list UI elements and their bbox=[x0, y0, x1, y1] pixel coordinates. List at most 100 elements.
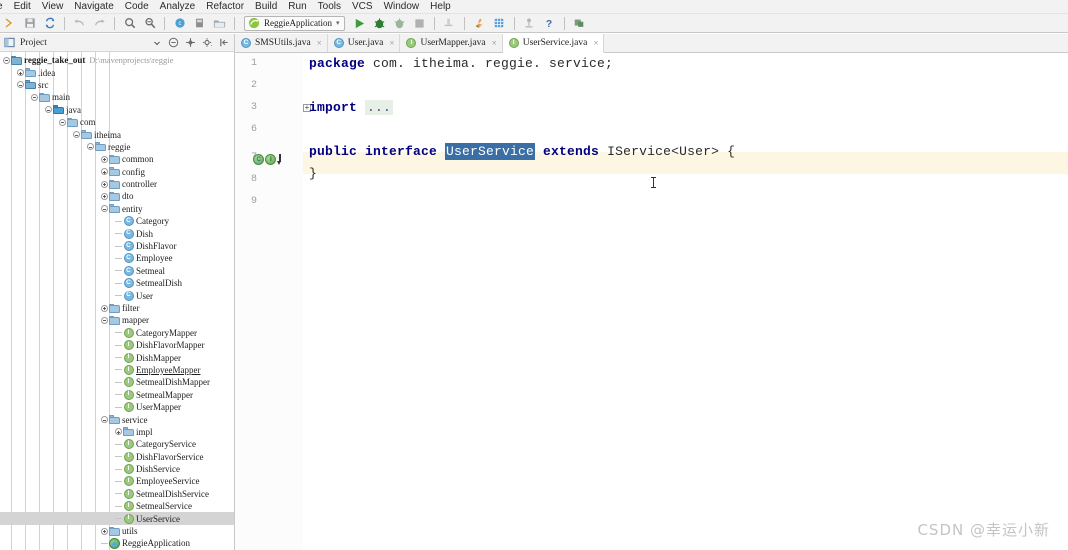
stop-icon[interactable] bbox=[411, 15, 428, 32]
editor-tab-usermapper-java[interactable]: I UserMapper.java × bbox=[400, 34, 503, 52]
gutter-markers[interactable] bbox=[253, 154, 282, 165]
tree-node-category[interactable]: C Category bbox=[0, 215, 234, 227]
tree-toggle[interactable] bbox=[100, 304, 109, 313]
tree-node-setmealmapper[interactable]: I SetmealMapper bbox=[0, 389, 234, 401]
tree-node-java[interactable]: java bbox=[0, 104, 234, 116]
tree-node-setmealdish[interactable]: C SetmealDish bbox=[0, 277, 234, 289]
tree-node-setmeal[interactable]: C Setmeal bbox=[0, 265, 234, 277]
tree-node-utils[interactable]: utils bbox=[0, 525, 234, 537]
settings-gear-icon[interactable] bbox=[201, 36, 214, 49]
run-configuration-selector[interactable]: ReggieApplication ▾ bbox=[244, 15, 345, 31]
collapse-all-icon[interactable] bbox=[167, 36, 180, 49]
tree-node-dishflavor[interactable]: C DishFlavor bbox=[0, 240, 234, 252]
run-icon[interactable] bbox=[351, 15, 368, 32]
tree-toggle[interactable] bbox=[100, 527, 109, 536]
implemented-by-class-icon[interactable] bbox=[253, 154, 264, 165]
tree-node-setmealservice[interactable]: I SetmealService bbox=[0, 500, 234, 512]
help-icon[interactable]: ? bbox=[541, 15, 558, 32]
tree-node-setmealdishservice[interactable]: I SetmealDishService bbox=[0, 488, 234, 500]
tree-node-src[interactable]: src bbox=[0, 79, 234, 91]
tree-node-filter[interactable]: filter bbox=[0, 302, 234, 314]
tree-toggle[interactable] bbox=[100, 204, 109, 213]
tree-toggle[interactable] bbox=[72, 130, 81, 139]
tree-toggle[interactable] bbox=[114, 427, 123, 436]
tree-toggle[interactable] bbox=[16, 80, 25, 89]
close-icon[interactable]: × bbox=[492, 38, 497, 48]
wrench-icon[interactable] bbox=[471, 15, 488, 32]
menu-item-view[interactable]: View bbox=[41, 0, 65, 13]
debug-icon[interactable] bbox=[371, 15, 388, 32]
attach-icon[interactable] bbox=[521, 15, 538, 32]
profile-icon[interactable] bbox=[441, 15, 458, 32]
tree-node-controller[interactable]: controller bbox=[0, 178, 234, 190]
tree-node-reggieapplication[interactable]: ReggieApplication bbox=[0, 537, 234, 549]
tree-node-employee[interactable]: C Employee bbox=[0, 252, 234, 264]
menu-item-navigate[interactable]: Navigate bbox=[73, 0, 114, 13]
tree-toggle[interactable] bbox=[2, 56, 11, 65]
menu-item-code[interactable]: Code bbox=[124, 0, 150, 13]
tree-node-dish[interactable]: C Dish bbox=[0, 227, 234, 239]
menu-item-window[interactable]: Window bbox=[383, 0, 421, 13]
menu-item-tools[interactable]: Tools bbox=[317, 0, 342, 13]
tree-node-impl[interactable]: impl bbox=[0, 426, 234, 438]
code-text[interactable]: + package com. itheima. reggie. service;… bbox=[303, 53, 1068, 550]
code-editor[interactable]: 1 2 3 6 7 8 9 + package com. itheima. r bbox=[235, 53, 1068, 550]
tree-node--idea[interactable]: .idea bbox=[0, 66, 234, 78]
editor-tab-userservice-java[interactable]: I UserService.java × bbox=[502, 34, 605, 53]
editor-tab-user-java[interactable]: C User.java × bbox=[328, 34, 401, 52]
menu-item-help[interactable]: Help bbox=[429, 0, 452, 13]
tree-toggle[interactable] bbox=[100, 155, 109, 164]
close-icon[interactable]: × bbox=[389, 38, 394, 48]
tree-toggle[interactable] bbox=[86, 142, 95, 151]
tree-node-reggie[interactable]: reggie bbox=[0, 141, 234, 153]
open-folder-icon[interactable] bbox=[211, 15, 228, 32]
project-tree[interactable]: reggie_take_out D:\mavenprojects\reggie .i… bbox=[0, 52, 234, 550]
menu-item-file[interactable]: e bbox=[0, 0, 4, 13]
editor-tab-smsutils-java[interactable]: C SMSUtils.java × bbox=[235, 34, 328, 52]
implemented-by-interface-icon[interactable] bbox=[265, 154, 276, 165]
close-icon[interactable]: × bbox=[593, 38, 598, 48]
menu-item-build[interactable]: Build bbox=[254, 0, 278, 13]
folded-imports[interactable]: ... bbox=[365, 100, 394, 115]
tree-toggle[interactable] bbox=[100, 316, 109, 325]
tree-node-employeeservice[interactable]: I EmployeeService bbox=[0, 475, 234, 487]
tree-toggle[interactable] bbox=[30, 93, 39, 102]
menu-item-edit[interactable]: Edit bbox=[13, 0, 32, 13]
tree-toggle[interactable] bbox=[100, 192, 109, 201]
tree-node-userservice[interactable]: I UserService bbox=[0, 512, 234, 525]
menu-item-vcs[interactable]: VCS bbox=[351, 0, 374, 13]
tree-node-service[interactable]: service bbox=[0, 413, 234, 425]
tree-toggle[interactable] bbox=[58, 118, 67, 127]
sync-icon[interactable] bbox=[41, 15, 58, 32]
save-icon[interactable] bbox=[21, 15, 38, 32]
build-module-icon[interactable] bbox=[191, 15, 208, 32]
tree-node-config[interactable]: config bbox=[0, 166, 234, 178]
partial-icon[interactable] bbox=[1, 15, 18, 32]
tree-toggle[interactable] bbox=[44, 105, 53, 114]
editor-gutter[interactable]: 1 2 3 6 7 8 9 bbox=[235, 53, 303, 550]
compile-icon[interactable]: c bbox=[171, 15, 188, 32]
tree-toggle[interactable] bbox=[100, 180, 109, 189]
tree-node-dishflavormapper[interactable]: I DishFlavorMapper bbox=[0, 339, 234, 351]
tree-node-mapper[interactable]: mapper bbox=[0, 314, 234, 326]
close-icon[interactable]: × bbox=[317, 38, 322, 48]
selected-identifier[interactable]: UserService bbox=[445, 143, 536, 160]
locate-icon[interactable] bbox=[184, 36, 197, 49]
tree-node-dto[interactable]: dto bbox=[0, 190, 234, 202]
tree-node-categoryservice[interactable]: I CategoryService bbox=[0, 438, 234, 450]
tree-node-dishmapper[interactable]: I DishMapper bbox=[0, 351, 234, 363]
menu-item-run[interactable]: Run bbox=[287, 0, 307, 13]
tree-node-dishservice[interactable]: I DishService bbox=[0, 463, 234, 475]
undo-icon[interactable] bbox=[71, 15, 88, 32]
redo-icon[interactable] bbox=[91, 15, 108, 32]
tree-node-common[interactable]: common bbox=[0, 153, 234, 165]
layout-icon[interactable] bbox=[571, 15, 588, 32]
database-icon[interactable] bbox=[491, 15, 508, 32]
tree-node-com[interactable]: com bbox=[0, 116, 234, 128]
menu-item-refactor[interactable]: Refactor bbox=[205, 0, 245, 13]
tree-node-usermapper[interactable]: I UserMapper bbox=[0, 401, 234, 413]
tree-node-setmealdishmapper[interactable]: I SetmealDishMapper bbox=[0, 376, 234, 388]
tree-node-reggie-take-out[interactable]: reggie_take_out D:\mavenprojects\reggie bbox=[0, 54, 234, 66]
tree-node-user[interactable]: C User bbox=[0, 289, 234, 301]
search-icon[interactable] bbox=[121, 15, 138, 32]
